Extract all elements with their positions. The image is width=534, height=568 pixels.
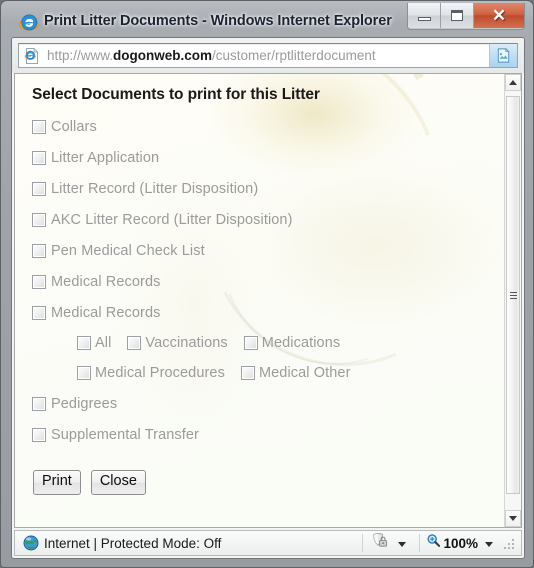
security-zone-text: Internet | Protected Mode: Off bbox=[44, 535, 222, 551]
magnifier-icon bbox=[426, 533, 441, 553]
grip-icon bbox=[509, 290, 517, 301]
scroll-down-icon bbox=[509, 516, 517, 521]
print-button[interactable]: Print bbox=[33, 470, 81, 495]
suboption-row-1: All Vaccinations Medications bbox=[77, 328, 504, 358]
page-viewport: Select Documents to print for this Litte… bbox=[14, 73, 522, 528]
internet-explorer-icon bbox=[19, 13, 39, 33]
minimize-button[interactable] bbox=[408, 3, 441, 28]
browser-client-area: http://www.dogonweb.com/customer/rptlitt… bbox=[11, 37, 525, 559]
resize-grip-icon[interactable] bbox=[504, 537, 517, 550]
checkbox-vaccinations[interactable] bbox=[127, 336, 142, 350]
title-bar[interactable]: Print Litter Documents - Windows Interne… bbox=[11, 3, 525, 37]
status-divider bbox=[419, 534, 421, 552]
page-icon bbox=[23, 47, 41, 65]
checkbox-all[interactable] bbox=[77, 336, 91, 350]
checkbox-row-supplemental-transfer[interactable]: Supplemental Transfer bbox=[32, 419, 504, 450]
checkbox-label: Supplemental Transfer bbox=[51, 426, 199, 443]
checkbox-akc-litter-record[interactable] bbox=[32, 212, 46, 227]
checkbox-label: Medications bbox=[261, 335, 341, 351]
checkbox-litter-application[interactable] bbox=[32, 150, 46, 165]
checkbox-row-litter-application[interactable]: Litter Application bbox=[32, 142, 504, 173]
scroll-up-button[interactable] bbox=[505, 74, 521, 91]
maximize-icon bbox=[451, 10, 463, 21]
checkbox-row-medical-procedures[interactable]: Medical Procedures bbox=[77, 365, 225, 381]
vertical-scrollbar[interactable] bbox=[504, 74, 521, 527]
checkbox-label: All bbox=[95, 335, 112, 351]
checkbox-row-collars[interactable]: Collars bbox=[32, 111, 504, 142]
close-form-button[interactable]: Close bbox=[90, 470, 146, 495]
checkbox-pen-medical-check-list[interactable] bbox=[32, 243, 46, 258]
checkbox-label: Pen Medical Check List bbox=[51, 242, 205, 259]
checkbox-collars[interactable] bbox=[32, 119, 46, 134]
checkbox-label: Medical Other bbox=[258, 365, 351, 381]
document-selection-form: Select Documents to print for this Litte… bbox=[15, 74, 504, 527]
checkbox-row-medical-other[interactable]: Medical Other bbox=[240, 365, 351, 381]
checkbox-medical-records-1[interactable] bbox=[32, 274, 46, 289]
checkbox-medications[interactable] bbox=[243, 336, 258, 350]
checkbox-row-akc-litter-record[interactable]: AKC Litter Record (Litter Disposition) bbox=[32, 204, 504, 235]
checkbox-row-medical-records-1[interactable]: Medical Records bbox=[32, 266, 504, 297]
checkbox-row-pen-medical-check-list[interactable]: Pen Medical Check List bbox=[32, 235, 504, 266]
scrollbar-thumb[interactable] bbox=[506, 96, 520, 494]
chevron-down-icon[interactable] bbox=[485, 541, 493, 547]
url-path: /customer/rptlitterdocument bbox=[212, 48, 376, 63]
status-divider bbox=[362, 534, 364, 552]
checkbox-label: Vaccinations bbox=[145, 335, 228, 351]
chevron-down-icon[interactable] bbox=[398, 541, 407, 547]
suboption-row-2: Medical Procedures Medical Other bbox=[77, 358, 504, 388]
browser-window: Print Litter Documents - Windows Interne… bbox=[0, 0, 534, 568]
checkbox-row-medical-records-2[interactable]: Medical Records bbox=[32, 297, 504, 328]
checkbox-label: Litter Record (Litter Disposition) bbox=[51, 180, 259, 197]
window-controls: ✕ bbox=[407, 3, 525, 30]
close-icon: ✕ bbox=[491, 6, 507, 25]
checkbox-row-medications[interactable]: Medications bbox=[243, 335, 341, 351]
form-buttons: Print Close bbox=[33, 470, 504, 495]
globe-icon bbox=[23, 535, 39, 551]
address-bar-url[interactable]: http://www.dogonweb.com/customer/rptlitt… bbox=[45, 44, 489, 67]
zoom-level: 100% bbox=[443, 535, 478, 551]
page-title: Select Documents to print for this Litte… bbox=[32, 86, 320, 103]
scroll-down-button[interactable] bbox=[505, 510, 521, 527]
medical-records-suboptions: All Vaccinations Medications Medical Pro… bbox=[77, 328, 504, 388]
checkbox-label: Pedigrees bbox=[51, 395, 118, 412]
window-title: Print Litter Documents - Windows Interne… bbox=[44, 13, 392, 29]
checkbox-label: AKC Litter Record (Litter Disposition) bbox=[51, 211, 293, 228]
address-bar[interactable]: http://www.dogonweb.com/customer/rptlitt… bbox=[18, 43, 518, 68]
checkbox-label: Medical Records bbox=[51, 304, 161, 321]
checkbox-row-litter-record[interactable]: Litter Record (Litter Disposition) bbox=[32, 173, 504, 204]
checkbox-label: Collars bbox=[51, 118, 97, 135]
zoom-control[interactable]: 100% bbox=[426, 533, 500, 553]
checkbox-label: Medical Procedures bbox=[95, 365, 225, 381]
minimize-icon bbox=[417, 17, 431, 21]
checkbox-medical-procedures[interactable] bbox=[77, 366, 91, 380]
scroll-up-icon bbox=[509, 80, 517, 85]
shield-lock-icon bbox=[369, 532, 391, 554]
checkbox-supplemental-transfer[interactable] bbox=[32, 427, 46, 442]
address-bar-row: http://www.dogonweb.com/customer/rptlitt… bbox=[12, 38, 524, 73]
checkbox-medical-records-2[interactable] bbox=[32, 305, 46, 320]
close-button[interactable]: ✕ bbox=[474, 3, 524, 28]
checkbox-litter-record[interactable] bbox=[32, 181, 46, 196]
checkbox-label: Medical Records bbox=[51, 273, 161, 290]
compatibility-view-icon[interactable] bbox=[489, 44, 517, 67]
checkbox-label: Litter Application bbox=[51, 149, 160, 166]
protected-mode-control[interactable] bbox=[369, 532, 413, 554]
checkbox-medical-other[interactable] bbox=[240, 366, 255, 380]
checkbox-row-vaccinations[interactable]: Vaccinations bbox=[127, 335, 228, 351]
checkbox-row-all[interactable]: All bbox=[77, 335, 111, 351]
checkbox-row-pedigrees[interactable]: Pedigrees bbox=[32, 388, 504, 419]
maximize-button[interactable] bbox=[441, 3, 474, 28]
checkbox-pedigrees[interactable] bbox=[32, 396, 46, 411]
status-bar: Internet | Protected Mode: Off 100% bbox=[14, 530, 522, 556]
url-prefix: http://www. bbox=[47, 48, 114, 63]
url-domain: dogonweb.com bbox=[113, 48, 213, 63]
